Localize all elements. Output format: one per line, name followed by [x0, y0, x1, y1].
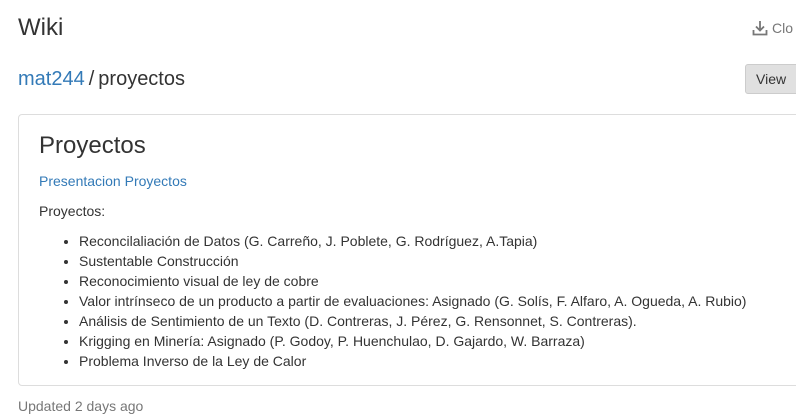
breadcrumb: mat244/proyectos [18, 67, 185, 91]
clone-link[interactable]: Clo [752, 20, 793, 36]
project-list: Reconcilaliación de Datos (G. Carreño, J… [39, 231, 746, 371]
projects-intro-text: Proyectos: [39, 203, 106, 219]
list-item: Problema Inverso de la Ley de Calor [79, 351, 746, 371]
view-button[interactable]: View [745, 64, 796, 94]
download-icon [752, 21, 768, 36]
list-item: Reconocimiento visual de ley de cobre [79, 271, 746, 291]
list-item: Análisis de Sentimiento de un Texto (D. … [79, 311, 746, 331]
presentation-link[interactable]: Presentacion Proyectos [39, 173, 187, 189]
wiki-content-panel: Proyectos Presentacion Proyectos Proyect… [18, 114, 796, 386]
last-updated-text: Updated 2 days ago [18, 398, 144, 414]
breadcrumb-current-page: proyectos [98, 68, 185, 90]
list-item: Valor intrínseco de un producto a partir… [79, 291, 746, 311]
breadcrumb-repo-link[interactable]: mat244 [18, 68, 85, 90]
list-item: Sustentable Construcción [79, 251, 746, 271]
list-item: Krigging en Minería: Asignado (P. Godoy,… [79, 331, 746, 351]
list-item: Reconcilaliación de Datos (G. Carreño, J… [79, 231, 746, 251]
page-title: Wiki [18, 14, 64, 41]
wiki-page-heading: Proyectos [39, 132, 146, 159]
breadcrumb-separator: / [88, 68, 95, 90]
clone-label: Clo [772, 20, 794, 36]
